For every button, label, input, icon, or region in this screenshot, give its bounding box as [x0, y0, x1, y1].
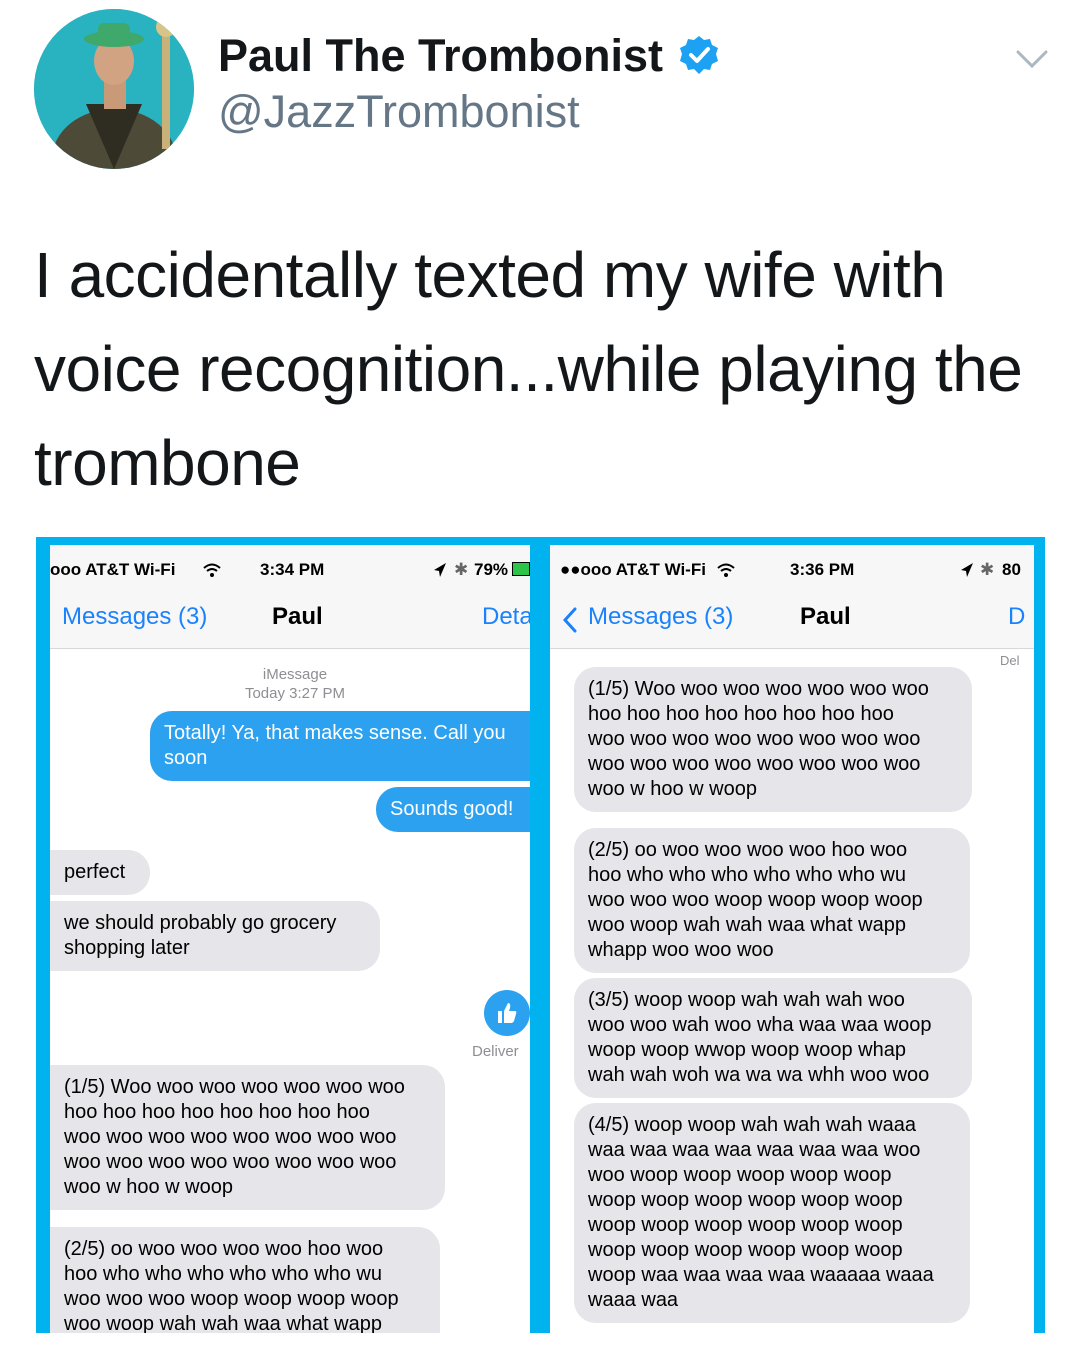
battery-percent: 79%	[474, 560, 509, 579]
message-line: hoo hoo hoo hoo hoo hoo hoo hoo	[64, 1101, 370, 1123]
location-arrow-icon	[961, 563, 973, 577]
message-line: whapp woo woo woo	[588, 939, 774, 961]
location-arrow-icon	[434, 563, 446, 577]
battery-icon	[512, 562, 530, 576]
left-phone-screenshot: ooo AT&T Wi-Fi 3:34 PM ✱ 79% Messages (3…	[50, 545, 530, 1333]
wifi-icon	[717, 563, 735, 577]
carrier-label: ●●ooo AT&T Wi-Fi	[560, 560, 706, 579]
message-line: wah wah woh wa wa wa whh woo woo	[588, 1064, 930, 1086]
verified-badge-icon	[680, 36, 718, 74]
message-line: (1/5) Woo woo woo woo woo woo woo	[588, 678, 929, 700]
message-line: woo woo woo woo woo woo woo woo	[588, 753, 921, 775]
message-line: soon	[164, 747, 208, 769]
incoming-message[interactable]: (1/5) Woo woo woo woo woo woo woo hoo ho…	[574, 667, 972, 812]
bluetooth-icon: ✱	[980, 560, 995, 579]
message-line: woop woop wwop woop woop whap	[588, 1039, 906, 1061]
messages-back-link[interactable]: Messages (3)	[62, 603, 207, 631]
outgoing-message[interactable]: Sounds good!	[376, 787, 530, 832]
message-line: woo woop wah wah waa what wapp	[64, 1313, 382, 1333]
avatar[interactable]	[34, 9, 194, 169]
chevron-left-icon[interactable]	[562, 607, 578, 633]
status-bar: ●●ooo AT&T Wi-Fi 3:36 PM ✱ 80	[550, 545, 1034, 595]
conversation-meta: iMessage Today 3:27 PM	[230, 665, 360, 703]
screenshot-frame: ooo AT&T Wi-Fi 3:34 PM ✱ 79% Messages (3…	[36, 537, 1045, 1333]
message-line: woo w hoo w woop	[588, 778, 757, 800]
status-bar: ooo AT&T Wi-Fi 3:34 PM ✱ 79%	[50, 545, 530, 595]
message-line: (3/5) woop woop wah wah wah woo	[588, 989, 905, 1011]
delivered-label: Del	[1000, 653, 1020, 668]
incoming-message[interactable]: (3/5) woop woop wah wah wah woo woo woo …	[574, 978, 972, 1098]
details-link[interactable]: Deta	[482, 603, 530, 631]
message-line: woo woo woo woo woo woo woo woo	[64, 1151, 397, 1173]
incoming-message[interactable]: (1/5) Woo woo woo woo woo woo woo hoo ho…	[50, 1065, 445, 1210]
nav-bar: Messages (3) Paul Deta	[50, 589, 530, 649]
message-line: Sounds good!	[390, 798, 514, 820]
chevron-down-icon[interactable]	[1010, 44, 1054, 74]
message-line: Totally! Ya, that makes sense. Call you	[164, 722, 506, 744]
wifi-icon	[203, 563, 221, 577]
nav-bar: Messages (3) Paul D	[550, 589, 1034, 649]
message-line: hoo hoo hoo hoo hoo hoo hoo hoo	[588, 703, 894, 725]
message-line: shopping later	[64, 937, 190, 959]
message-line: we should probably go grocery	[64, 912, 337, 934]
service-label: iMessage	[262, 666, 328, 683]
message-line: (2/5) oo woo woo woo woo hoo woo	[64, 1238, 384, 1260]
message-line: waa waa waa waa waa waa waa woo	[588, 1139, 921, 1161]
delivered-label: Deliver	[472, 1043, 519, 1060]
incoming-message[interactable]: perfect	[50, 850, 150, 895]
conversation-timestamp: Today 3:27 PM	[244, 685, 346, 702]
incoming-message[interactable]: we should probably go grocery shopping l…	[50, 901, 380, 971]
conversation-title: Paul	[800, 603, 851, 630]
tweet-text: I accidentally texted my wife with voice…	[34, 228, 1044, 510]
message-line: woo w hoo w woop	[64, 1176, 233, 1198]
message-line: woop woop woop woop woop woop	[588, 1214, 903, 1236]
incoming-message[interactable]: (2/5) oo woo woo woo woo hoo woo hoo who…	[50, 1227, 440, 1333]
tweet-text-line: trombone	[34, 427, 301, 499]
message-line: waaa waa	[588, 1289, 679, 1311]
status-time: 3:34 PM	[260, 560, 325, 579]
tweet-text-line: voice recognition...while playing the	[34, 333, 1023, 405]
thumbs-up-reaction[interactable]	[484, 990, 530, 1036]
message-line: woop waa waa waa waa waaaaa waaa	[588, 1264, 934, 1286]
incoming-message[interactable]: (4/5) woop woop wah wah wah waaa waa waa…	[574, 1103, 970, 1323]
message-line: (1/5) Woo woo woo woo woo woo woo	[64, 1076, 405, 1098]
bluetooth-icon: ✱	[454, 560, 469, 579]
message-line: woop woop woop woop woop woop	[588, 1239, 903, 1261]
message-line: woo woo woo woop woop woop woop	[64, 1288, 399, 1310]
tweet-text-line: I accidentally texted my wife with	[34, 239, 946, 311]
message-line: (4/5) woop woop wah wah wah waaa	[588, 1114, 916, 1136]
right-phone-screenshot: ●●ooo AT&T Wi-Fi 3:36 PM ✱ 80 Messages (…	[550, 545, 1034, 1333]
outgoing-message[interactable]: Totally! Ya, that makes sense. Call you …	[150, 711, 530, 781]
thumbs-up-icon	[498, 1003, 517, 1023]
incoming-message[interactable]: (2/5) oo woo woo woo woo hoo woo hoo who…	[574, 828, 970, 973]
message-line: woo woo woo woo woo woo woo woo	[588, 728, 921, 750]
message-line: hoo who who who who who who wu	[64, 1263, 382, 1285]
message-line: woop woop woop woop woop woop	[588, 1189, 903, 1211]
message-line: woo woo woo woop woop woop woop	[588, 889, 923, 911]
message-line: hoo who who who who who who wu	[588, 864, 906, 886]
battery-percent: 80	[1002, 560, 1021, 579]
message-line: woo woo woo woo woo woo woo woo	[64, 1126, 397, 1148]
carrier-label: ooo AT&T Wi-Fi	[50, 560, 176, 579]
message-line: woo woop woop woop woop woop	[588, 1164, 892, 1186]
message-line: woo woop wah wah waa what wapp	[588, 914, 906, 936]
details-link[interactable]: D	[1008, 603, 1025, 631]
status-time: 3:36 PM	[790, 560, 855, 579]
message-line: (2/5) oo woo woo woo woo hoo woo	[588, 839, 908, 861]
message-line: woo woo wah woo wha waa waa woop	[588, 1014, 932, 1036]
display-name[interactable]: Paul The Trombonist	[218, 30, 663, 82]
message-line: perfect	[64, 861, 126, 883]
conversation-title: Paul	[272, 603, 323, 630]
messages-back-link[interactable]: Messages (3)	[588, 603, 733, 631]
handle[interactable]: @JazzTrombonist	[218, 86, 580, 138]
